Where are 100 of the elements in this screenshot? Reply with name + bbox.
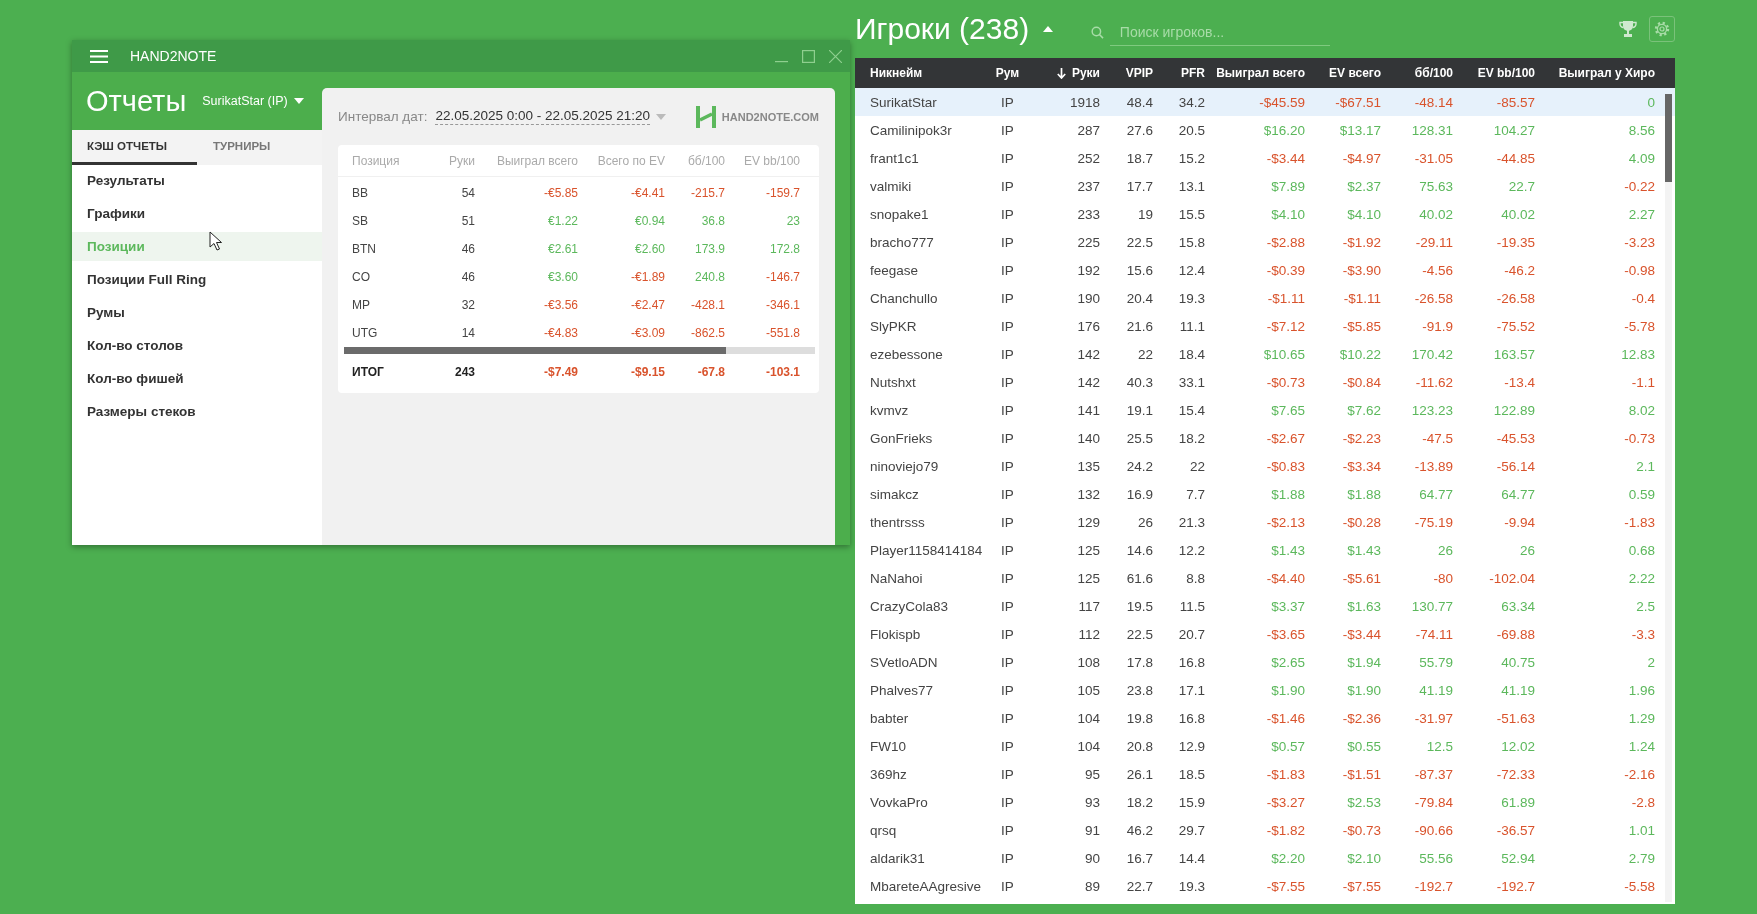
table-row[interactable]: SlyPKR IP 176 21.6 11.1 -$7.12 -$5.85 -91.9 -75.52 -5.78 xyxy=(855,312,1675,340)
table-cell-text: -46.2 xyxy=(1503,262,1535,278)
column-header[interactable]: EV всего xyxy=(1305,66,1381,80)
table-cell-text: $7.65 xyxy=(1270,402,1305,418)
table-row[interactable]: Phalves77 IP 105 23.8 17.1 $1.90 $1.90 41.19 41.19 1.96 xyxy=(855,676,1675,704)
table-row[interactable]: snopake1 IP 233 19 15.5 $4.10 $4.10 40.02 40.02 2.27 xyxy=(855,200,1675,228)
table-row[interactable]: feegase IP 192 15.6 12.4 -$0.39 -$3.90 -4.56 -46.2 -0.98 xyxy=(855,256,1675,284)
menu-item[interactable]: Кол-во фишей xyxy=(72,364,322,393)
caret-icon[interactable] xyxy=(656,113,667,120)
table-cell-text: feegase xyxy=(869,262,920,278)
menu-item[interactable]: Результаты xyxy=(72,166,322,195)
table-cell-text: -428.1 xyxy=(689,297,725,312)
table-row[interactable]: NaNahoi IP 125 61.6 8.8 -$4.40 -$5.61 -80 -102.04 2.22 xyxy=(855,564,1675,592)
table-row[interactable]: aldarik31 IP 90 16.7 14.4 $2.20 $2.10 55.56 52.94 2.79 xyxy=(855,844,1675,872)
table-cell-text: 170.42 xyxy=(1410,346,1453,362)
table-row[interactable]: MbareteAAgresive IP 89 22.7 19.3 -$7.55 -$7.55 -192.7 -192.7 -5.58 xyxy=(855,872,1675,900)
table-cell-text: 21.6 xyxy=(1125,318,1153,334)
settings-icon xyxy=(1653,20,1671,38)
settings-button[interactable] xyxy=(1649,16,1675,42)
panel-title: Игроки (238) xyxy=(855,12,1030,46)
table-cell-text: 122.89 xyxy=(1492,402,1535,418)
table-row[interactable]: SurikatStar IP 1918 48.4 34.2 -$45.59 -$67.51 -48.14 -85.57 0 xyxy=(855,88,1675,116)
table-row[interactable]: GonFrieks IP 140 25.5 18.2 -$2.67 -$2.23 -47.5 -45.53 -0.73 xyxy=(855,424,1675,452)
table-row[interactable]: Nutshxt IP 142 40.3 33.1 -$0.73 -$0.84 -11.62 -13.4 -1.1 xyxy=(855,368,1675,396)
table-cell-text: -$1.11 xyxy=(1266,290,1305,306)
table-cell-text: 22 xyxy=(1136,346,1153,362)
search-field[interactable]: Поиск игроков... xyxy=(1109,18,1331,46)
table-cell-text: 23 xyxy=(785,213,800,228)
menu-item[interactable]: Румы xyxy=(72,298,322,327)
menu-icon[interactable] xyxy=(90,49,108,63)
table-row[interactable]: Player1158414184 IP 125 14.6 12.2 $1.43 $1.43 26 26 0.68 xyxy=(855,536,1675,564)
table-cell-text: 233 xyxy=(1076,206,1100,222)
column-header[interactable]: Рум xyxy=(985,66,1030,80)
table-row[interactable]: SVetloADN IP 108 17.8 16.8 $2.65 $1.94 55.79 40.75 2 xyxy=(855,648,1675,676)
table-row[interactable]: CrazyCola83 IP 117 19.5 11.5 $3.37 $1.63 130.77 63.34 2.5 xyxy=(855,592,1675,620)
column-header[interactable]: EV bb/100 xyxy=(1453,66,1535,80)
table-row[interactable]: qrsq IP 91 46.2 29.7 -$1.82 -$0.73 -90.66 -36.57 1.01 xyxy=(855,816,1675,844)
table-cell-text: 176 xyxy=(1076,318,1100,334)
table-cell-text: 21.3 xyxy=(1177,514,1205,530)
table-cell-text: $1.63 xyxy=(1346,598,1381,614)
table-row[interactable]: frant1c1 IP 252 18.7 15.2 -$3.44 -$4.97 -31.05 -44.85 4.09 xyxy=(855,144,1675,172)
tab[interactable]: ТУРНИРЫ xyxy=(197,130,309,165)
column-header[interactable]: бб/100 xyxy=(1381,66,1453,80)
column-header[interactable]: VPIP xyxy=(1100,66,1153,80)
table-cell-text: 15.4 xyxy=(1177,402,1205,418)
table-cell-text: 64.77 xyxy=(1500,486,1535,502)
table-row[interactable]: ninoviejo79 IP 135 24.2 22 -$0.83 -$3.34 -13.89 -56.14 2.1 xyxy=(855,452,1675,480)
close-icon[interactable] xyxy=(829,49,842,63)
table-cell-text: 1.24 xyxy=(1627,738,1656,754)
table-cell-text: -11.62 xyxy=(1414,374,1453,390)
maximize-icon[interactable] xyxy=(802,49,815,63)
table-row[interactable]: babter IP 104 19.8 16.8 -$1.46 -$2.36 -31.97 -51.63 1.29 xyxy=(855,704,1675,732)
table-cell-text: 26 xyxy=(1518,542,1535,558)
table-row[interactable]: FW10 IP 104 20.8 12.9 $0.57 $0.55 12.5 12.02 1.24 xyxy=(855,732,1675,760)
table-row[interactable]: bracho777 IP 225 22.5 15.8 -$2.88 -$1.92 -29.11 -19.35 -3.23 xyxy=(855,228,1675,256)
caret-icon xyxy=(293,98,304,104)
table-cell-text: MbareteAAgresive xyxy=(869,878,983,894)
table-row[interactable]: thentrsss IP 129 26 21.3 -$2.13 -$0.28 -75.19 -9.94 -1.83 xyxy=(855,508,1675,536)
date-range-field[interactable]: 22.05.2025 0:00 - 22.05.2025 21:20 xyxy=(435,108,651,125)
menu-item[interactable]: Размеры стеков xyxy=(72,397,322,426)
table-row[interactable]: simakcz IP 132 16.9 7.7 $1.88 $1.88 64.77 64.77 0.59 xyxy=(855,480,1675,508)
table-row[interactable]: 369hz IP 95 26.1 18.5 -$1.83 -$1.51 -87.37 -72.33 -2.16 xyxy=(855,760,1675,788)
tab[interactable]: КЭШ ОТЧЕТЫ xyxy=(72,130,197,165)
table-cell-text: CO xyxy=(351,269,371,284)
table-row[interactable]: Camilinipok3r IP 287 27.6 20.5 $16.20 $13.17 128.31 104.27 8.56 xyxy=(855,116,1675,144)
table-cell-text: 29.7 xyxy=(1177,822,1205,838)
trophy-icon[interactable] xyxy=(1619,20,1637,38)
table-cell-text: -$2.36 xyxy=(1341,710,1381,726)
menu-item[interactable]: Позиции Full Ring xyxy=(72,265,322,294)
menu-item[interactable]: Графики xyxy=(72,199,322,228)
table-cell-text: €1.22 xyxy=(546,213,578,228)
table-row[interactable]: ezebessone IP 142 22 18.4 $10.65 $10.22 170.42 163.57 12.83 xyxy=(855,340,1675,368)
table-cell-text: -5.78 xyxy=(1623,318,1656,334)
column-header[interactable]: Руки xyxy=(1030,66,1100,80)
menu-item[interactable]: Кол-во столов xyxy=(72,331,322,360)
table-cell-text: $16.20 xyxy=(1262,122,1305,138)
table-row[interactable]: Flokispb IP 112 22.5 20.7 -$3.65 -$3.44 -74.11 -69.88 -3.3 xyxy=(855,620,1675,648)
table-cell-text: -19.35 xyxy=(1495,234,1535,250)
collapse-caret-icon[interactable] xyxy=(1043,26,1054,32)
table-cell-text: 123.23 xyxy=(1410,402,1453,418)
vertical-scrollbar[interactable] xyxy=(1665,94,1672,902)
table-row[interactable]: kvmvz IP 141 19.1 15.4 $7.65 $7.62 123.23 122.89 8.02 xyxy=(855,396,1675,424)
horizontal-scrollbar[interactable] xyxy=(344,347,815,354)
table-cell-text: 18.5 xyxy=(1177,766,1205,782)
table-cell-text: 142 xyxy=(1076,346,1100,362)
column-header[interactable]: Никнейм xyxy=(855,66,985,80)
table-cell-text: 142 xyxy=(1076,374,1100,390)
column-header[interactable]: PFR xyxy=(1153,66,1205,80)
column-header[interactable]: Выиграл всего xyxy=(1205,66,1305,80)
table-cell-text: -$1.92 xyxy=(1341,234,1381,250)
table-row[interactable]: Chanchullo IP 190 20.4 19.3 -$1.11 -$1.11 -26.58 -26.58 -0.4 xyxy=(855,284,1675,312)
table-cell-text: -67.8 xyxy=(696,365,725,379)
table-row[interactable]: VovkaPro IP 93 18.2 15.9 -$3.27 $2.53 -79.84 61.89 -2.8 xyxy=(855,788,1675,816)
table-cell-text: -$1.11 xyxy=(1342,290,1381,306)
column-header[interactable]: Выиграл у Хиро xyxy=(1535,66,1669,80)
table-row[interactable]: valmiki IP 237 17.7 13.1 $7.89 $2.37 75.63 22.7 -0.22 xyxy=(855,172,1675,200)
table-cell-text: 129 xyxy=(1076,514,1100,530)
table-cell-text: 26 xyxy=(1436,542,1453,558)
table-cell-text: GonFrieks xyxy=(869,430,934,446)
table-cell-text: simakcz xyxy=(869,486,920,502)
